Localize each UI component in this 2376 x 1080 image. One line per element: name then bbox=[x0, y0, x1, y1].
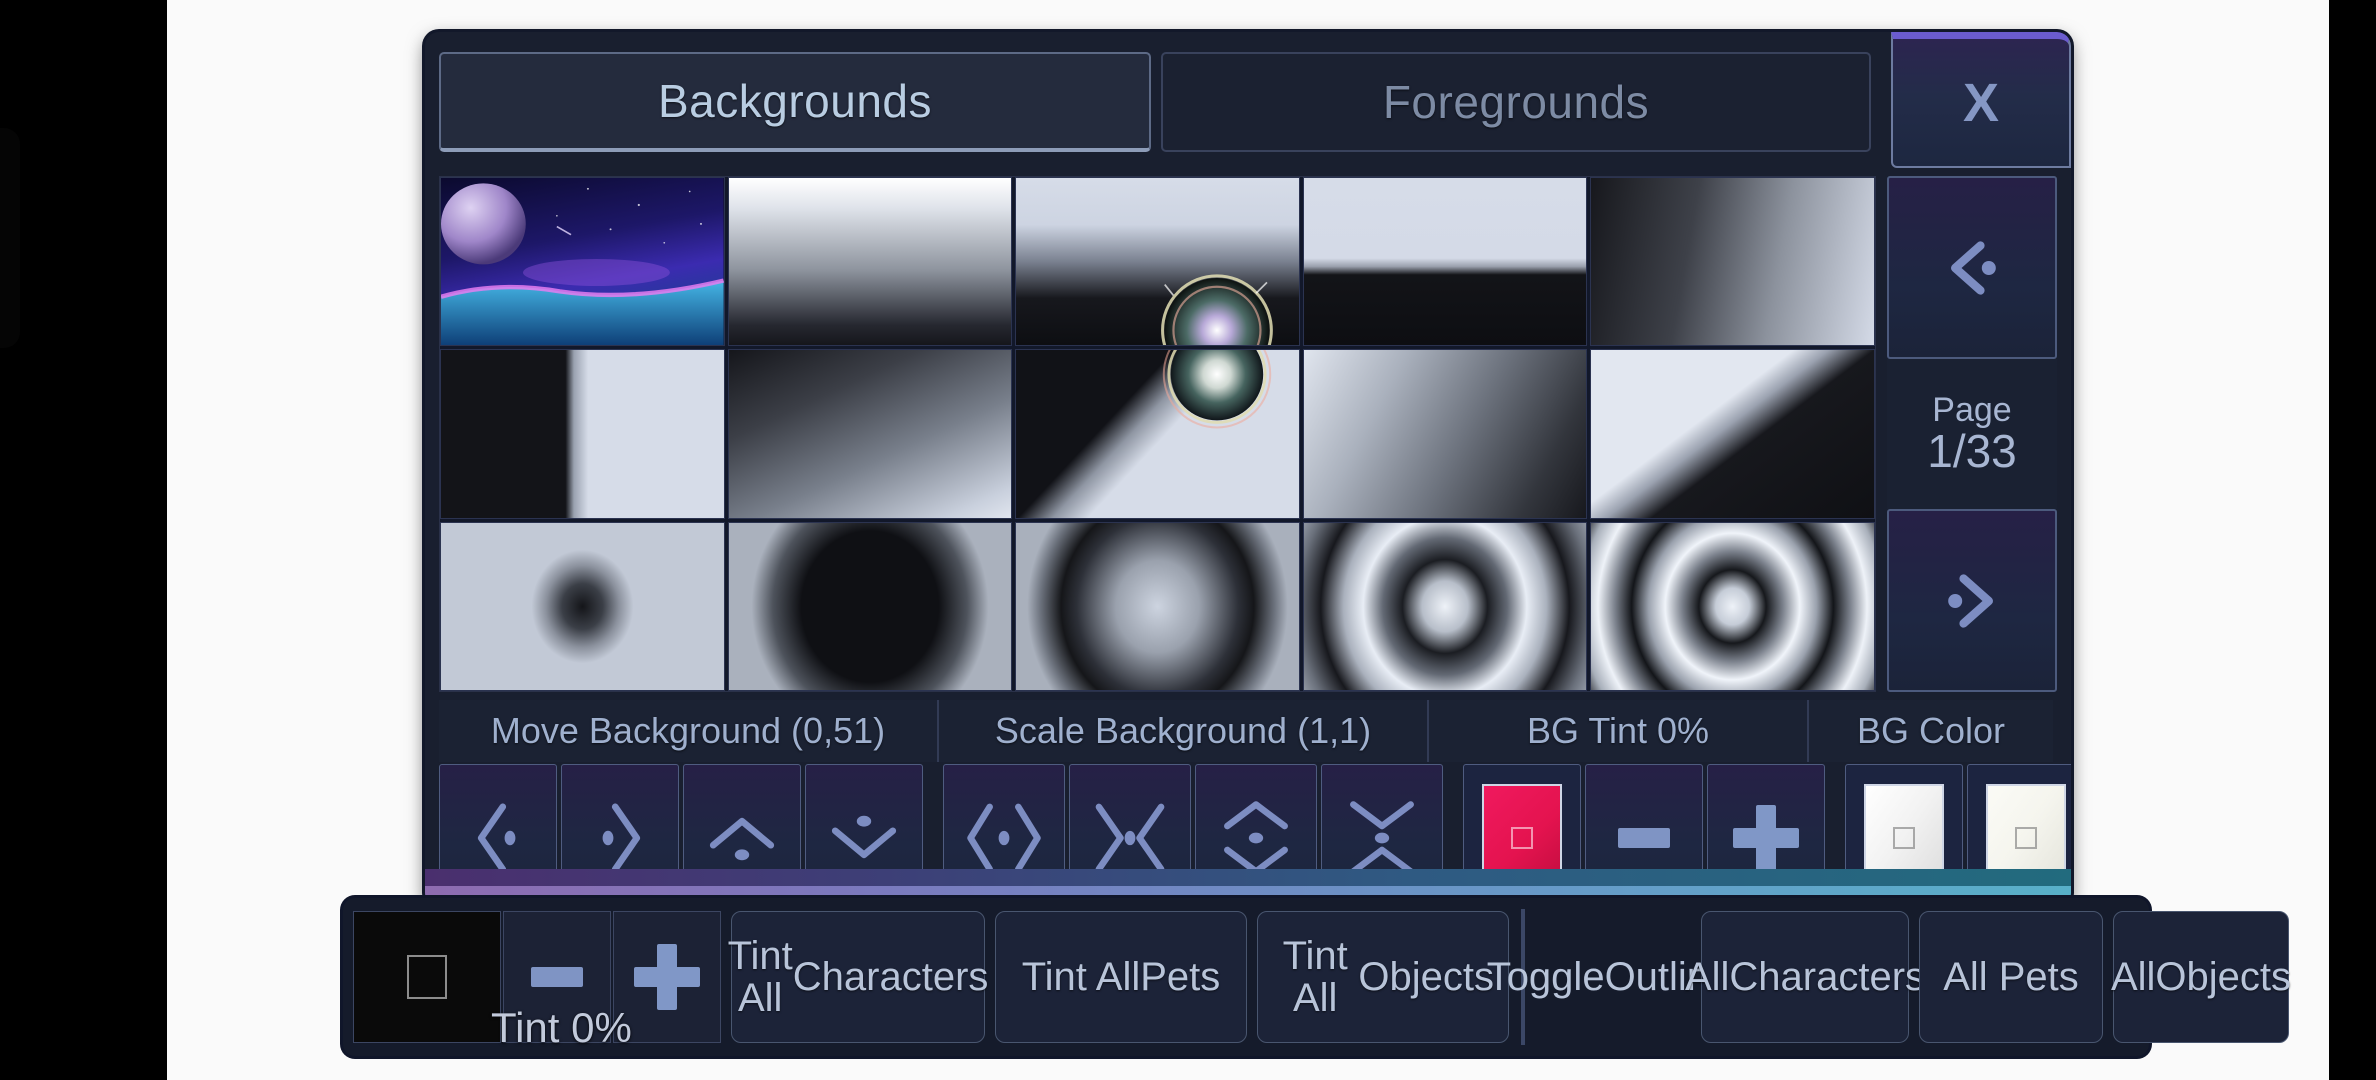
device-right-bezel bbox=[2329, 0, 2376, 1080]
thumbnail-radial-dark-center-soft[interactable] bbox=[440, 521, 725, 691]
panel-tab-bar: Backgrounds Foregrounds bbox=[425, 32, 2071, 168]
thumbnail-space-planet-nebula[interactable] bbox=[440, 177, 725, 347]
background-thumbnail-grid bbox=[439, 176, 1876, 692]
thumbnail-radial-ring-single[interactable] bbox=[1015, 521, 1300, 691]
tab-backgrounds[interactable]: Backgrounds bbox=[439, 52, 1151, 152]
tint-all-pets-button[interactable]: Tint All Pets bbox=[995, 911, 1247, 1043]
outline-all-objects-button[interactable]: All Objects bbox=[2111, 911, 2291, 1043]
swatch-inner-square bbox=[1511, 827, 1533, 849]
arrow-left-dot-icon bbox=[462, 799, 534, 877]
tint-all-objects-button[interactable]: Tint All Objects bbox=[1257, 911, 1509, 1043]
toggle-outlines-label: Toggle Outlines bbox=[1486, 954, 1752, 999]
label-scale-background: Scale Background (1,1) bbox=[939, 700, 1429, 762]
chevron-right-dot-icon bbox=[1930, 559, 2014, 643]
pager: Page 1/33 bbox=[1887, 176, 2057, 692]
background-picker-panel: Backgrounds Foregrounds X Page 1/33 Move… bbox=[425, 32, 2071, 907]
chevron-left-dot-icon bbox=[1930, 226, 2014, 310]
page-prev-button[interactable] bbox=[1887, 176, 2057, 359]
thumbnail-radial-rings-triple[interactable] bbox=[1590, 521, 1875, 691]
device-left-bezel bbox=[0, 0, 167, 1080]
tint-all-characters-button[interactable]: Tint All Characters bbox=[728, 911, 988, 1043]
swatch-inner-square bbox=[1893, 827, 1915, 849]
label-bg-color: BG Color bbox=[1856, 710, 2006, 751]
label-move-background: Move Background (0,51) bbox=[439, 700, 939, 762]
outline-all-characters-button[interactable]: All Characters bbox=[1685, 911, 1925, 1043]
arrow-down-dot-icon bbox=[825, 802, 903, 874]
thumbnail-radial-rings-double[interactable] bbox=[1302, 521, 1588, 691]
thumbnail-gradient-diagonal-light-dark[interactable] bbox=[1302, 349, 1588, 519]
thumbnail-split-black-white-vertical[interactable] bbox=[440, 349, 725, 519]
plus-icon bbox=[634, 944, 700, 1010]
plus-icon bbox=[1733, 805, 1799, 871]
outline-all-pets-button[interactable]: All Pets bbox=[1919, 911, 2103, 1043]
minus-icon bbox=[1618, 828, 1670, 848]
thumbnail-diagonal-split-with-orb[interactable] bbox=[1015, 349, 1300, 519]
device-notch bbox=[0, 128, 20, 348]
close-button[interactable]: X bbox=[1891, 32, 2071, 168]
tint-increase-button[interactable] bbox=[613, 911, 721, 1043]
page-indicator: Page 1/33 bbox=[1887, 359, 2057, 509]
tab-foregrounds[interactable]: Foregrounds bbox=[1161, 52, 1871, 152]
shrink-horizontal-icon bbox=[1087, 799, 1173, 877]
tint-decrease-button[interactable] bbox=[503, 911, 611, 1043]
arrow-up-dot-icon bbox=[703, 802, 781, 874]
arrow-right-dot-icon bbox=[584, 799, 656, 877]
thumbnail-gradient-with-glow-orb[interactable] bbox=[1015, 177, 1300, 347]
thumbnail-diagonal-split-light-dark[interactable] bbox=[1590, 349, 1875, 519]
page-label: Page bbox=[1932, 390, 2012, 429]
page-value: 1/33 bbox=[1927, 424, 2017, 477]
expand-horizontal-icon bbox=[961, 799, 1047, 877]
control-labels-row: Move Background (0,51) Scale Background … bbox=[439, 700, 2053, 762]
thumbnail-radial-dark-ellipse[interactable] bbox=[727, 521, 1013, 691]
bottom-toolbar: Tint 0% Tint All Characters Tint All Pets … bbox=[343, 898, 2291, 1056]
label-bg-tint: BG Tint 0% bbox=[1429, 700, 1809, 762]
minus-icon bbox=[531, 967, 583, 987]
thumbnail-hard-split-white-black[interactable] bbox=[1302, 177, 1588, 347]
swatch-inner-square bbox=[2015, 827, 2037, 849]
page-next-button[interactable] bbox=[1887, 509, 2057, 692]
app-screen: Backgrounds Foregrounds X Page 1/33 Move… bbox=[0, 0, 2376, 1080]
thumbnail-gradient-diagonal-dark-light[interactable] bbox=[727, 349, 1013, 519]
thumbnail-gradient-black-white-horizontal[interactable] bbox=[1590, 177, 1875, 347]
close-icon: X bbox=[1962, 72, 2000, 133]
tint-color-swatch-button[interactable] bbox=[353, 911, 501, 1043]
swatch-inner-square bbox=[407, 955, 447, 999]
thumbnail-gradient-white-black-vertical[interactable] bbox=[727, 177, 1013, 347]
